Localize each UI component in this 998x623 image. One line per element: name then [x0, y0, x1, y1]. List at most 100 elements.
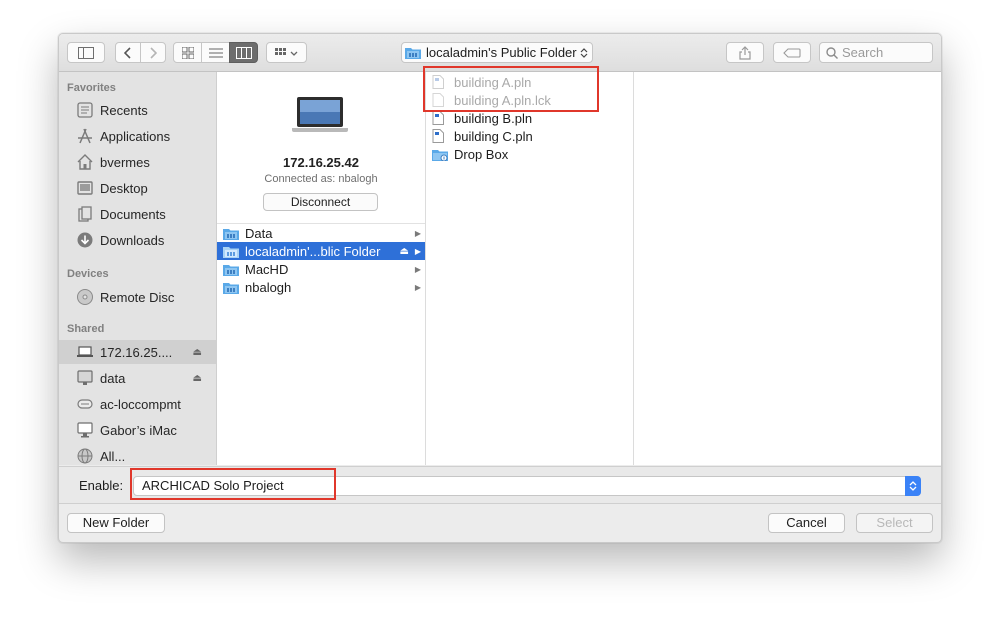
disclosure-arrow-icon: ▶ — [414, 282, 421, 292]
eject-icon[interactable]: ⏏ — [193, 347, 202, 358]
browser-column-files: building A.pln building A.pln.lck buildi… — [426, 72, 634, 465]
globe-icon — [75, 447, 95, 465]
sidebar-item-label: Applications — [100, 128, 171, 144]
desktop-icon — [75, 179, 95, 197]
list-item-public-folder[interactable]: localadmin'...blic Folder ⏏ ▶ — [217, 242, 425, 260]
laptop-icon — [75, 343, 95, 361]
tag-button[interactable] — [773, 42, 811, 63]
sidebar-item-label: Remote Disc — [100, 289, 175, 305]
sidebar-item-label: bvermes — [100, 154, 150, 170]
sidebar-icon — [78, 46, 94, 59]
sidebar-item-downloads[interactable]: Downloads — [59, 228, 216, 252]
eject-icon[interactable]: ⏏ — [400, 246, 409, 257]
document-icon — [432, 93, 448, 107]
browser-column-server: 172.16.25.42 Connected as: nbalogh Disco… — [217, 72, 426, 465]
list-item-label: building B.pln — [454, 110, 533, 126]
server-ip: 172.16.25.42 — [283, 155, 359, 170]
list-item-building-b[interactable]: building B.pln — [426, 109, 633, 127]
toolbar: localadmin's Public Folder Search — [59, 34, 941, 72]
sidebar-toggle-button[interactable] — [67, 42, 105, 63]
shared-folder-icon — [223, 226, 239, 240]
list-view-button[interactable] — [201, 42, 230, 63]
favorites-heading: Favorites — [67, 82, 116, 94]
sidebar-item-ac-loccompmt[interactable]: ac-loccompmt — [59, 392, 216, 416]
sidebar-item-label: All... — [100, 448, 126, 464]
list-item-building-c[interactable]: building C.pln — [426, 127, 633, 145]
dropbox-folder-icon — [432, 147, 448, 161]
applications-icon — [75, 127, 95, 145]
enable-file-type-select[interactable]: ARCHICAD Solo Project — [133, 476, 921, 496]
sidebar-item-label: Downloads — [100, 232, 165, 248]
laptop-icon — [292, 97, 348, 132]
forward-button[interactable] — [140, 42, 166, 63]
sidebar-item-home[interactable]: bvermes — [59, 150, 216, 174]
list-item-label: Drop Box — [454, 146, 509, 162]
monitor-icon — [75, 369, 95, 387]
chevron-right-icon — [150, 46, 157, 59]
icon-view-button[interactable] — [173, 42, 202, 63]
disconnect-button[interactable]: Disconnect — [263, 193, 378, 211]
list-item-nbalogh[interactable]: nbalogh ▶ — [217, 278, 425, 296]
imac-icon — [75, 421, 95, 439]
sidebar-item-gabors-imac[interactable]: Gabor’s iMac — [59, 418, 216, 442]
connected-as: Connected as: nbalogh — [264, 173, 378, 185]
shared-folder-icon — [223, 244, 239, 258]
sidebar-item-recents[interactable]: Recents — [59, 98, 216, 122]
back-button[interactable] — [115, 42, 141, 63]
list-item-machd[interactable]: MacHD ▶ — [217, 260, 425, 278]
list-item-drop-box[interactable]: Drop Box — [426, 145, 633, 163]
list-item-building-a-lck[interactable]: building A.pln.lck — [426, 91, 633, 109]
column-view-button[interactable] — [229, 42, 258, 63]
sidebar-item-label: Gabor’s iMac — [100, 422, 177, 438]
up-down-chevron-icon — [905, 476, 921, 496]
document-icon — [432, 129, 448, 143]
disclosure-arrow-icon: ▶ — [414, 246, 421, 256]
enable-label: Enable: — [79, 478, 124, 493]
list-item-label: localadmin'...blic Folder — [245, 243, 381, 259]
sidebar-item-remote-disc[interactable]: Remote Disc — [59, 285, 216, 309]
list-item-data-volume[interactable]: Data ▶ — [217, 224, 425, 242]
browser-column-empty — [634, 72, 941, 465]
grid-icon — [181, 46, 194, 59]
disclosure-arrow-icon: ▶ — [414, 228, 421, 238]
sidebar-item-all[interactable]: All... — [59, 444, 216, 465]
search-field[interactable]: Search — [819, 42, 933, 63]
server-icon — [75, 395, 95, 413]
select-button[interactable]: Select — [856, 513, 933, 533]
shared-folder-icon — [405, 48, 421, 59]
share-icon — [739, 45, 751, 60]
arrange-menu-button[interactable] — [266, 42, 307, 63]
sidebar-item-documents[interactable]: Documents — [59, 202, 216, 226]
sidebar-item-data[interactable]: data ⏏ — [59, 366, 216, 390]
sidebar-item-applications[interactable]: Applications — [59, 124, 216, 148]
enable-bar: Enable: ARCHICAD Solo Project — [59, 466, 941, 504]
sidebar-item-label: ac-loccompmt — [100, 396, 181, 412]
cancel-button[interactable]: Cancel — [768, 513, 845, 533]
documents-icon — [75, 205, 95, 223]
search-placeholder: Search — [842, 45, 884, 60]
shared-heading: Shared — [67, 323, 105, 335]
downloads-icon — [75, 231, 95, 249]
list-item-label: MacHD — [245, 261, 289, 277]
sidebar-item-server-172[interactable]: 172.16.25.... ⏏ — [59, 340, 216, 364]
sidebar-item-label: Desktop — [100, 180, 148, 196]
new-folder-button[interactable]: New Folder — [67, 513, 165, 533]
eject-icon[interactable]: ⏏ — [193, 373, 202, 384]
sidebar-item-label: Recents — [100, 102, 148, 118]
list-item-label: nbalogh — [245, 279, 292, 295]
list-item-label: Data — [245, 225, 273, 241]
chevron-left-icon — [124, 46, 131, 59]
tag-icon — [783, 47, 801, 58]
list-item-label: building A.pln — [454, 74, 532, 90]
share-button[interactable] — [726, 42, 764, 63]
server-info: 172.16.25.42 Connected as: nbalogh Disco… — [217, 72, 425, 222]
devices-heading: Devices — [67, 268, 109, 280]
shared-folder-icon — [223, 262, 239, 276]
list-item-building-a[interactable]: building A.pln — [426, 73, 633, 91]
sidebar-item-desktop[interactable]: Desktop — [59, 176, 216, 200]
open-dialog: localadmin's Public Folder Search Favori… — [58, 33, 942, 543]
search-icon — [826, 46, 838, 59]
path-popup[interactable]: localadmin's Public Folder — [401, 42, 593, 63]
list-item-label: building A.pln.lck — [454, 92, 551, 108]
recents-icon — [75, 101, 95, 119]
